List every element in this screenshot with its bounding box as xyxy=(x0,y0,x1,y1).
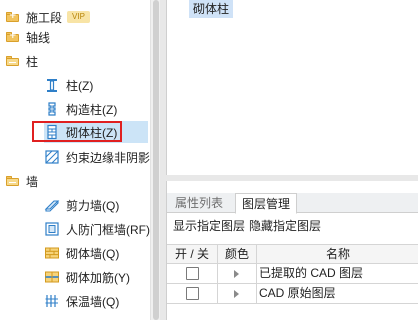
column-color-header: 颜色 xyxy=(224,247,249,261)
column-toggle-header: 开 / 关 xyxy=(174,247,209,261)
tree-item-masonry-wall[interactable]: 砌体墙(Q) xyxy=(44,242,119,264)
component-list-panel: 砌体柱 xyxy=(166,0,418,175)
tree-item-label: 保温墙(Q) xyxy=(66,294,120,309)
tab-layer-management[interactable]: 图层管理 xyxy=(235,193,298,214)
layer-management-panel: 属性列表 图层管理 显示指定图层 隐藏指定图层 开 / 关 颜色 名称 已提取的 … xyxy=(166,181,418,320)
layer-toolbar: 显示指定图层 隐藏指定图层 xyxy=(167,217,321,235)
masonry-wall-icon xyxy=(44,245,60,261)
layer-toggle-checkbox[interactable] xyxy=(186,287,199,300)
tree-category-construction-section[interactable]: 施工段 VIP xyxy=(6,6,90,28)
layer-name: 已提取的 CAD 图层 xyxy=(259,266,364,280)
color-expand-arrow-icon[interactable] xyxy=(234,290,239,298)
tree-item-insulation-wall[interactable]: 保温墙(Q) xyxy=(44,290,119,312)
hide-layer-button[interactable]: 隐藏指定图层 xyxy=(249,219,321,233)
tree-category-label: 墙 xyxy=(26,174,39,189)
tree-item-label: 约束边缘非阴影区 xyxy=(66,150,160,165)
tree-category-wall[interactable]: 墙 xyxy=(6,170,38,192)
column-icon xyxy=(44,77,60,93)
component-tree: 施工段 VIP 轴线 柱 柱(Z) 构造柱(Z) 砌体柱(Z) 约束边缘非阴影区 xyxy=(0,0,160,320)
folder-closed-icon xyxy=(6,31,19,42)
highlight-box xyxy=(32,121,122,142)
tree-item-structural-column[interactable]: 构造柱(Z) xyxy=(44,98,117,120)
insulation-wall-icon xyxy=(44,293,60,309)
tree-category-label: 柱 xyxy=(26,54,39,69)
scrollbar-thumb[interactable] xyxy=(153,0,159,320)
edge-zone-icon xyxy=(44,149,60,165)
masonry-reinforcement-icon xyxy=(44,269,60,285)
tree-category-label: 施工段 xyxy=(26,10,63,25)
color-expand-arrow-icon[interactable] xyxy=(234,270,239,278)
tree-item-civil-defense-door-frame-wall[interactable]: 人防门框墙(RF) xyxy=(44,218,150,240)
tree-item-label: 砌体加筋(Y) xyxy=(66,270,130,285)
layer-table-header: 开 / 关 颜色 名称 xyxy=(167,244,418,264)
shear-wall-icon xyxy=(44,197,60,213)
layer-name: CAD 原始图层 xyxy=(259,286,336,300)
tab-properties[interactable]: 属性列表 xyxy=(169,193,229,213)
structural-column-icon xyxy=(44,101,60,117)
vip-badge: VIP xyxy=(67,11,90,23)
tree-category-column[interactable]: 柱 xyxy=(6,50,38,72)
show-layer-button[interactable]: 显示指定图层 xyxy=(173,219,245,233)
tree-item-label: 构造柱(Z) xyxy=(66,102,118,117)
folder-open-icon xyxy=(6,176,19,186)
tree-item-label: 剪力墙(Q) xyxy=(66,198,120,213)
grid-line xyxy=(217,244,218,304)
layer-toggle-checkbox[interactable] xyxy=(186,267,199,280)
civil-defense-door-frame-wall-icon xyxy=(44,221,60,237)
tree-item-label: 砌体墙(Q) xyxy=(66,246,120,261)
tree-category-axis[interactable]: 轴线 xyxy=(6,26,50,48)
tree-item-column[interactable]: 柱(Z) xyxy=(44,74,93,96)
tree-scrollbar[interactable] xyxy=(150,0,160,320)
tree-item-label: 柱(Z) xyxy=(66,78,94,93)
tree-item-edge-zone[interactable]: 约束边缘非阴影区 xyxy=(44,146,160,168)
grid-line xyxy=(256,244,257,304)
column-name-header: 名称 xyxy=(325,247,350,261)
selected-component[interactable]: 砌体柱 xyxy=(189,0,234,18)
folder-open-icon xyxy=(6,56,19,66)
tree-item-shear-wall[interactable]: 剪力墙(Q) xyxy=(44,194,119,216)
grid-line xyxy=(167,303,418,304)
tree-item-label: 人防门框墙(RF) xyxy=(66,222,150,237)
tree-category-label: 轴线 xyxy=(26,30,51,45)
folder-closed-icon xyxy=(6,11,19,22)
tree-item-masonry-reinforcement[interactable]: 砌体加筋(Y) xyxy=(44,266,130,288)
panel-tabs: 属性列表 图层管理 xyxy=(167,193,418,214)
